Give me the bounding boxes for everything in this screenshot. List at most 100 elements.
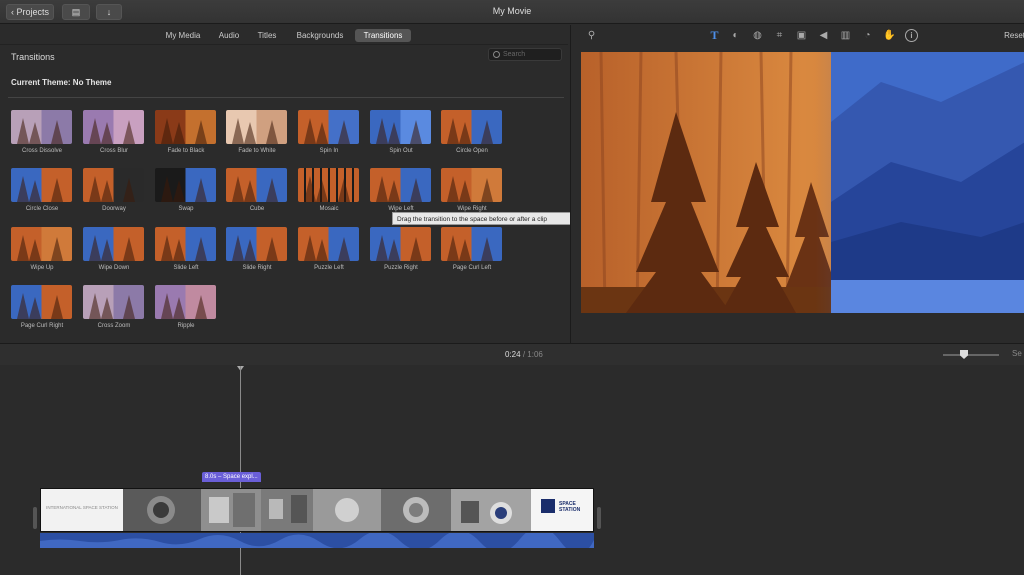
color-correction-icon[interactable]: ◍ xyxy=(751,29,764,42)
transition-thumbnail xyxy=(298,227,359,261)
transition-cross-zoom[interactable]: Cross Zoom xyxy=(83,285,145,329)
transition-label: Puzzle Right xyxy=(384,265,418,271)
transition-thumbnail xyxy=(11,168,72,202)
tree-silhouettes xyxy=(161,176,207,202)
transition-fade-to-white[interactable]: Fade to White xyxy=(226,110,288,154)
transition-label: Slide Left xyxy=(173,265,199,271)
transition-slide-left[interactable]: Slide Left xyxy=(155,227,217,271)
transition-thumbnail xyxy=(83,110,144,144)
transition-label: Slide Right xyxy=(242,265,272,271)
transition-label: Page Curl Right xyxy=(20,323,64,329)
timeline-start-handle[interactable] xyxy=(33,507,37,529)
transition-doorway[interactable]: Doorway xyxy=(83,168,145,212)
tree-silhouettes xyxy=(161,293,207,319)
timeline-end-handle[interactable] xyxy=(597,507,601,529)
tree-silhouettes xyxy=(161,118,207,144)
current-time: 0:24 xyxy=(505,350,521,359)
info-icon[interactable]: i xyxy=(905,29,918,42)
transition-label: Cross Blur xyxy=(99,148,128,154)
transition-label: Cube xyxy=(249,206,265,212)
media-browser: My Media Audio Titles Backgrounds Transi… xyxy=(0,25,572,343)
transition-wipe-down[interactable]: Wipe Down xyxy=(83,227,145,271)
transition-cube[interactable]: Cube xyxy=(226,168,288,212)
transition-fade-to-black[interactable]: Fade to Black xyxy=(155,110,217,154)
color-balance-icon[interactable]: ◐ xyxy=(729,29,742,42)
transition-circle-close[interactable]: Circle Close xyxy=(11,168,73,212)
transition-swap[interactable]: Swap xyxy=(155,168,217,212)
transition-wipe-left[interactable]: Wipe Left xyxy=(370,168,432,212)
video-clip-strip[interactable]: INTERNATIONAL SPACE STATION SPACE STATIO… xyxy=(40,488,594,532)
tree-silhouettes xyxy=(89,293,135,319)
tree-silhouettes xyxy=(447,235,493,261)
time-bar: 0:24 / 1:06 Se xyxy=(0,343,1024,365)
transition-cross-dissolve[interactable]: Cross Dissolve xyxy=(11,110,73,154)
transition-label: Page Curl Left xyxy=(452,265,492,271)
transition-spin-out[interactable]: Spin Out xyxy=(370,110,432,154)
search-input[interactable]: Search xyxy=(488,48,562,61)
transition-thumbnail xyxy=(226,227,287,261)
transition-label: Ripple xyxy=(177,323,195,329)
zoom-slider-track[interactable] xyxy=(943,354,999,356)
title-icon[interactable]: T xyxy=(708,29,721,42)
tab-transitions[interactable]: Transitions xyxy=(355,29,411,42)
tree-silhouettes xyxy=(89,235,135,261)
magic-wand-icon[interactable]: ⚲ xyxy=(585,29,598,42)
transition-circle-open[interactable]: Circle Open xyxy=(441,110,503,154)
search-placeholder: Search xyxy=(503,51,526,58)
transition-ripple[interactable]: Ripple xyxy=(155,285,217,329)
transition-thumbnail xyxy=(83,227,144,261)
equalizer-icon[interactable]: ▥ xyxy=(839,29,852,42)
tree-silhouettes xyxy=(17,176,63,202)
transition-slide-right[interactable]: Slide Right xyxy=(226,227,288,271)
tree-silhouettes xyxy=(232,176,278,202)
tree-silhouettes xyxy=(304,118,350,144)
transition-thumbnail xyxy=(298,168,359,202)
transition-label: Circle Open xyxy=(456,148,488,154)
transition-page-curl-left[interactable]: Page Curl Left xyxy=(441,227,503,271)
transition-page-curl-right[interactable]: Page Curl Right xyxy=(11,285,73,329)
window-title: My Movie xyxy=(492,6,532,16)
transition-puzzle-left[interactable]: Puzzle Left xyxy=(298,227,360,271)
tab-audio[interactable]: Audio xyxy=(214,29,244,42)
transition-thumbnail xyxy=(441,227,502,261)
tree-silhouettes xyxy=(17,235,63,261)
transition-wipe-up[interactable]: Wipe Up xyxy=(11,227,73,271)
transition-thumbnail xyxy=(370,110,431,144)
transition-thumbnail xyxy=(298,110,359,144)
volume-icon[interactable]: ◀ xyxy=(817,29,830,42)
tree-silhouettes xyxy=(376,118,422,144)
settings-button[interactable]: Se xyxy=(1012,349,1022,358)
transition-thumbnail xyxy=(370,168,431,202)
transition-cross-blur[interactable]: Cross Blur xyxy=(83,110,145,154)
timeline[interactable]: 8.0s – Space expl... INTERNATIONAL SPACE… xyxy=(0,366,1024,575)
transition-label: Doorway xyxy=(102,206,126,212)
tree-silhouettes xyxy=(232,235,278,261)
transition-label: Circle Close xyxy=(25,206,59,212)
title-bar: ‹ Projects ▤ ↓ My Movie xyxy=(0,0,1024,24)
zoom-slider-knob[interactable] xyxy=(960,350,968,359)
audio-waveform[interactable] xyxy=(40,526,594,555)
speed-icon[interactable]: ◔ xyxy=(861,29,874,42)
search-icon xyxy=(493,51,500,58)
transition-thumbnail xyxy=(441,110,502,144)
transition-spin-in[interactable]: Spin In xyxy=(298,110,360,154)
transition-wipe-right[interactable]: Wipe Right xyxy=(441,168,503,212)
browser-tabs: My Media Audio Titles Backgrounds Transi… xyxy=(0,25,568,45)
transition-label: Mosaic xyxy=(319,206,339,212)
crop-icon[interactable]: ⌗ xyxy=(773,29,786,42)
transition-puzzle-right[interactable]: Puzzle Right xyxy=(370,227,432,271)
stabilization-icon[interactable]: ▣ xyxy=(795,29,808,42)
tab-backgrounds[interactable]: Backgrounds xyxy=(290,29,350,42)
tree-silhouettes xyxy=(376,176,422,202)
transition-thumbnail xyxy=(155,285,216,319)
transition-mosaic[interactable]: Mosaic xyxy=(298,168,360,212)
tab-my-media[interactable]: My Media xyxy=(160,29,206,42)
transition-thumbnail xyxy=(11,110,72,144)
transition-thumbnail xyxy=(226,168,287,202)
tab-titles[interactable]: Titles xyxy=(252,29,282,42)
reset-button[interactable]: Reset xyxy=(1004,31,1024,40)
clip-label[interactable]: 8.0s – Space expl... xyxy=(202,472,261,482)
transition-thumbnail xyxy=(441,168,502,202)
tree-silhouettes xyxy=(161,235,207,261)
noise-reduction-icon[interactable]: ✋ xyxy=(883,29,896,42)
